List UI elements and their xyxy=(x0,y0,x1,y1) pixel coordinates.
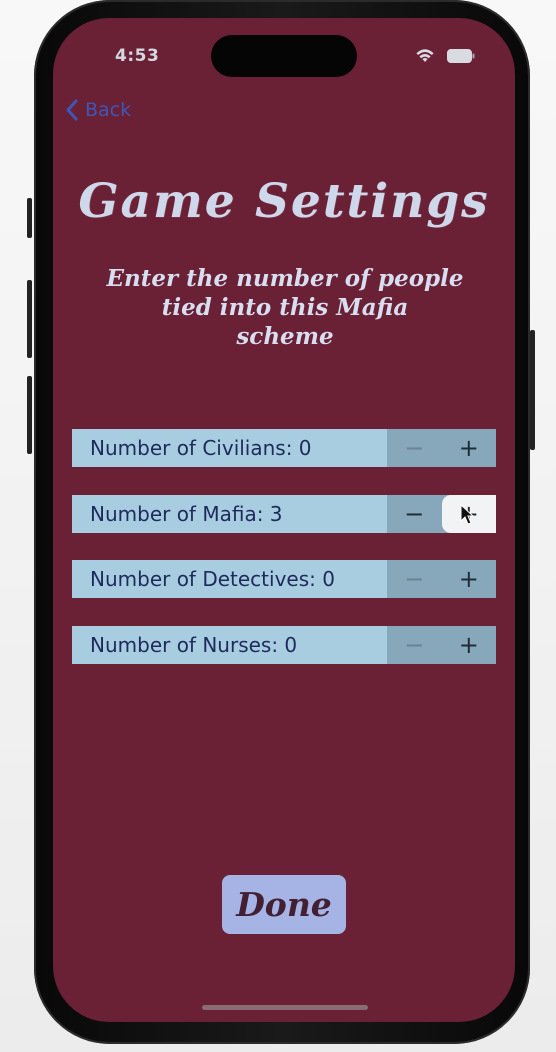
nurses-increment-button[interactable]: + xyxy=(442,626,497,664)
civilians-count-label: Number of Civilians: 0 xyxy=(90,436,312,460)
detectives-count-label: Number of Detectives: 0 xyxy=(90,567,335,591)
mute-switch xyxy=(27,198,32,238)
detectives-setting-row: Number of Detectives: 0 − + xyxy=(72,560,496,598)
subtitle-line: Enter the number of people xyxy=(106,265,464,292)
volume-down-button xyxy=(27,376,32,454)
power-button xyxy=(530,330,535,450)
civilians-stepper[interactable]: − + xyxy=(387,429,496,467)
page-subtitle: Enter the number of people tied into thi… xyxy=(93,264,477,351)
civilians-increment-button[interactable]: + xyxy=(442,429,497,467)
subtitle-line: scheme xyxy=(236,323,334,350)
mafia-setting-row: Number of Mafia: 3 − + xyxy=(72,495,496,533)
back-button[interactable]: Back xyxy=(65,96,131,124)
civilians-decrement-button[interactable]: − xyxy=(387,429,442,467)
mafia-count-label: Number of Mafia: 3 xyxy=(90,502,283,526)
detectives-stepper[interactable]: − + xyxy=(387,560,496,598)
app-screen: 4:53 Back Game Settings Enter the number… xyxy=(53,18,515,1022)
dynamic-island xyxy=(211,35,357,77)
wifi-icon xyxy=(416,49,434,62)
detectives-decrement-button[interactable]: − xyxy=(387,560,442,598)
mafia-decrement-button[interactable]: − xyxy=(387,495,442,533)
mouse-pointer-icon xyxy=(460,504,474,525)
volume-up-button xyxy=(27,280,32,358)
device-stage: 4:53 Back Game Settings Enter the number… xyxy=(0,0,556,1052)
nurses-count-label: Number of Nurses: 0 xyxy=(90,633,298,657)
page-title: Game Settings xyxy=(78,174,490,229)
done-button[interactable]: Done xyxy=(222,875,346,934)
mafia-increment-button[interactable]: + xyxy=(441,495,496,533)
nurses-stepper[interactable]: − + xyxy=(387,626,496,664)
home-indicator[interactable] xyxy=(202,1005,368,1010)
subtitle-line: tied into this Mafia xyxy=(161,294,409,321)
mafia-stepper[interactable]: − + xyxy=(387,495,496,533)
status-time: 4:53 xyxy=(115,46,160,66)
nurses-setting-row: Number of Nurses: 0 − + xyxy=(72,626,496,664)
civilians-setting-row: Number of Civilians: 0 − + xyxy=(72,429,496,467)
battery-icon xyxy=(447,49,475,63)
chevron-left-icon xyxy=(66,99,78,121)
nurses-decrement-button[interactable]: − xyxy=(387,626,442,664)
back-label: Back xyxy=(85,99,132,121)
detectives-increment-button[interactable]: + xyxy=(442,560,497,598)
